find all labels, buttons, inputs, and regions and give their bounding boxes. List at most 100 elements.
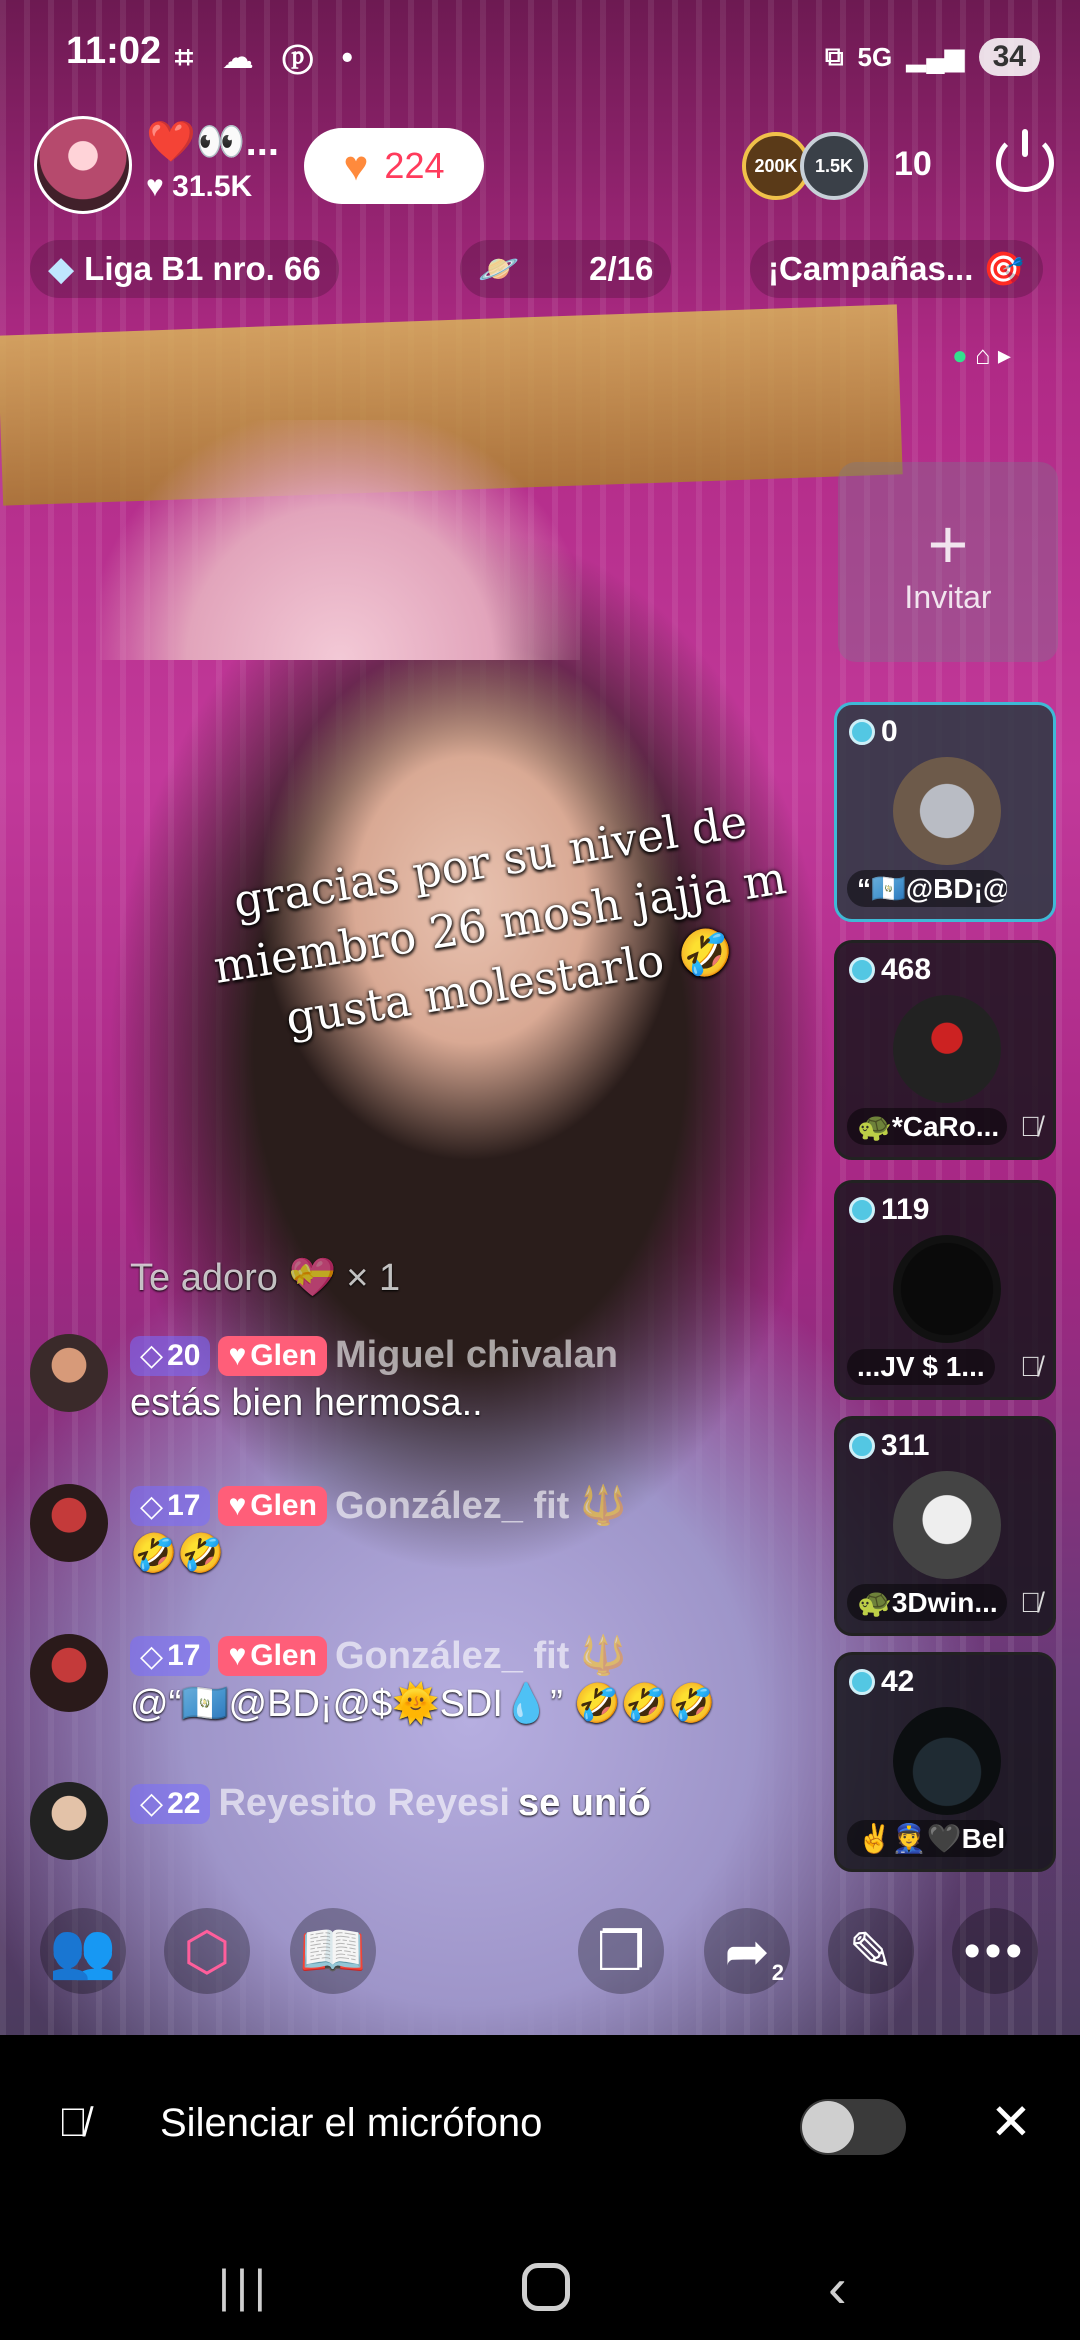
campaign-badge-icon: 🎯 [983, 249, 1025, 287]
mute-mic-toggle[interactable] [800, 2099, 906, 2155]
fan-club-badge: ♥ Glen [218, 1335, 327, 1376]
league-pill[interactable]: ◆ Liga B1 nro. 66 [30, 240, 339, 298]
coin-icon [849, 1669, 875, 1695]
guest-name: 🐢*CaRo... [847, 1108, 1007, 1145]
copy-icon[interactable]: ❐ [578, 1908, 664, 1994]
guest-avatar [893, 995, 1001, 1103]
host-likes: ♥ 31.5K [146, 170, 253, 203]
chat-text: @“🇬🇹@BD¡@$🌞SDI💧” 🤣🤣🤣 [130, 1683, 716, 1725]
guest-avatar [893, 1707, 1001, 1815]
guest-score: 42 [849, 1665, 914, 1699]
notification-icons: ⌗ ☁ ⓟ • [175, 39, 363, 75]
fan-club-badge: ♥ Glen [218, 1486, 327, 1526]
top-viewer-badge[interactable]: 1.5K [800, 132, 868, 200]
chat-avatar[interactable] [30, 1484, 108, 1562]
battery-level: 34 [978, 38, 1040, 76]
campaigns-label: ¡Campañas... [768, 250, 974, 287]
heart-icon: ♥ [343, 142, 369, 189]
system-indicators: ⧉ 5G ▂▄▆ 34 [825, 38, 1040, 76]
system-navigation-bar: ||| ‹ [0, 2235, 1080, 2340]
planet-icon: 🪐 [478, 249, 520, 287]
fan-club-badge: ♥ Glen [218, 1636, 327, 1676]
chat-header: ◇ 20 ♥ Glen Miguel chivalan [130, 1334, 618, 1377]
chat-text: estás bien hermosa.. [130, 1382, 483, 1424]
campaigns-pill[interactable]: ¡Campañas... 🎯 [750, 240, 1043, 298]
guests-icon[interactable]: 👥 [40, 1908, 126, 1994]
guest-slot[interactable]: 42 ✌️👮🖤Beli... [834, 1652, 1056, 1872]
league-label: Liga B1 nro. 66 [84, 250, 321, 287]
level-badge: ◇ 17 [130, 1636, 211, 1676]
guest-name: 🐢3Dwin... [847, 1584, 1007, 1621]
chat-username[interactable]: González_ fit 🔱 [335, 1634, 627, 1678]
status-time: 11:02 [66, 30, 162, 72]
live-indicator: ● ⌂ ▸ [952, 340, 1011, 370]
chat-avatar[interactable] [30, 1634, 108, 1712]
level-badge: ◇ 20 [130, 1335, 211, 1376]
chat-text: 🤣🤣 [130, 1533, 225, 1575]
power-icon[interactable] [996, 129, 1054, 192]
mute-mic-label: Silenciar el micrófono [160, 2101, 543, 2145]
level-badge: ◇ 22 [130, 1783, 211, 1824]
more-icon[interactable]: ••• [952, 1908, 1038, 1994]
viewer-count[interactable]: 10 [894, 145, 932, 184]
cube-icon[interactable]: ⬡ [164, 1908, 250, 1994]
chat-header: ◇ 17 ♥ Glen González_ fit 🔱 [130, 1484, 627, 1528]
guest-slot[interactable]: 468 🐢*CaRo... 🎙̸ [834, 940, 1056, 1160]
chat-header: ◇ 17 ♥ Glen González_ fit 🔱 [130, 1634, 627, 1678]
guest-avatar [893, 1235, 1001, 1343]
plus-icon: + [927, 504, 969, 583]
guest-score: 311 [849, 1429, 929, 1463]
chat-username[interactable]: Miguel chivalan [335, 1334, 618, 1377]
coin-icon [849, 719, 875, 745]
share-icon[interactable]: ➦ 2 [704, 1908, 790, 1994]
chat-avatar[interactable] [30, 1334, 108, 1412]
network-type: 5G [857, 41, 893, 72]
ranking-pill[interactable]: 🪐 2/16 [460, 240, 672, 298]
host-name[interactable]: ❤️👀... [146, 118, 279, 165]
guest-avatar [893, 757, 1001, 865]
gift-text: Te adoro 💝 × 1 [130, 1257, 401, 1299]
guest-slot[interactable]: 311 🐢3Dwin... 🎙̸ [834, 1416, 1056, 1636]
home-icon[interactable] [522, 2263, 570, 2311]
join-text: se unió [517, 1782, 651, 1824]
guest-score: 468 [849, 953, 931, 987]
signal-icon: ▂▄▆ [906, 41, 965, 72]
chat-avatar[interactable] [30, 1782, 108, 1860]
recent-apps-icon[interactable]: ||| [218, 2259, 272, 2313]
coin-icon [849, 957, 875, 983]
invite-button[interactable]: + Invitar [838, 462, 1058, 662]
book-icon[interactable]: 📖 [290, 1908, 376, 1994]
mic-off-icon: 🎙̸ [58, 2101, 88, 2145]
guest-score: 119 [849, 1193, 929, 1227]
rank-label: 2/16 [589, 250, 654, 287]
mic-bar: 🎙̸ Silenciar el micrófono ✕ [0, 2035, 1080, 2235]
chat-username[interactable]: González_ fit 🔱 [335, 1484, 627, 1528]
mic-muted-icon: 🎙̸ [1020, 1111, 1041, 1142]
chat-header: ◇ 22 Reyesito Reyesi se unió [130, 1782, 651, 1825]
mic-muted-icon: 🎙̸ [1020, 1587, 1041, 1618]
magic-pencil-icon[interactable]: ✎ [828, 1908, 914, 1994]
guest-score: 0 [849, 715, 898, 749]
coin-icon [849, 1433, 875, 1459]
tiara-decoration [100, 420, 580, 660]
guest-name: ✌️👮🖤Beli... [847, 1820, 1007, 1857]
mic-muted-icon: 🎙̸ [1020, 1351, 1041, 1382]
guest-slot[interactable]: 0 “🇬🇹@BD¡@... [834, 702, 1056, 922]
invite-label: Invitar [904, 578, 992, 615]
close-icon[interactable]: ✕ [990, 2093, 1032, 2151]
follow-button[interactable]: ♥ 224 [304, 128, 484, 204]
diamond-icon: ◆ [48, 250, 75, 288]
toggle-knob [802, 2101, 854, 2153]
host-avatar[interactable] [34, 116, 132, 214]
guest-avatar [893, 1471, 1001, 1579]
guest-slot[interactable]: 119 ...JV $ 1... 🎙̸ [834, 1180, 1056, 1400]
guest-name: “🇬🇹@BD¡@... [847, 870, 1007, 907]
share-count: 2 [771, 1960, 784, 1985]
coin-icon [849, 1197, 875, 1223]
follow-count: 224 [384, 145, 445, 186]
back-icon[interactable]: ‹ [828, 2255, 847, 2320]
cast-icon: ⧉ [824, 41, 844, 71]
chat-username[interactable]: Reyesito Reyesi [218, 1782, 510, 1825]
level-badge: ◇ 17 [130, 1486, 211, 1526]
guest-name: ...JV $ 1... [847, 1349, 995, 1385]
